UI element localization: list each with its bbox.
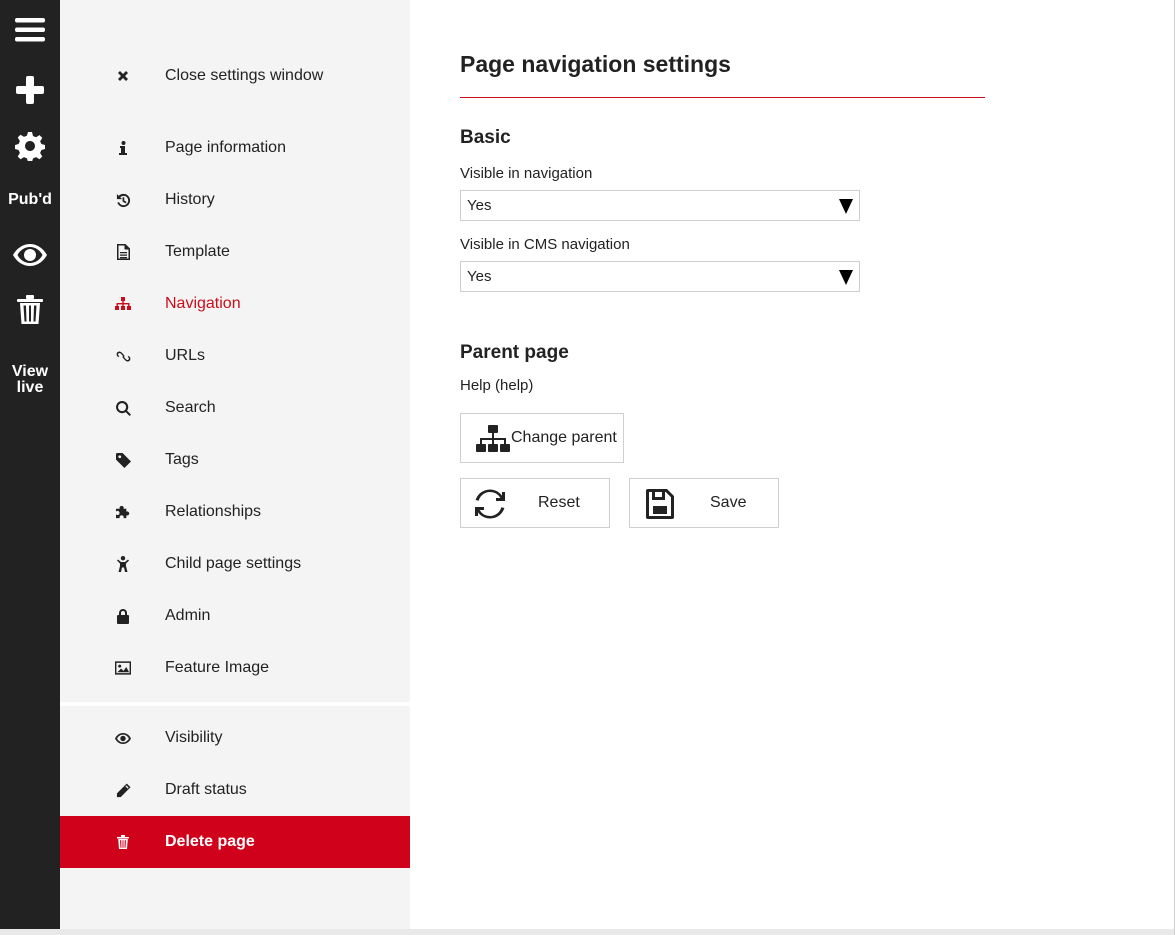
sidebar-item-navigation[interactable]: Navigation — [60, 278, 410, 330]
visible-in-navigation-label: Visible in navigation — [460, 165, 593, 182]
main-panel: Page navigation settings Basic Visible i… — [410, 0, 1175, 930]
image-icon — [115, 660, 131, 676]
document-icon — [115, 244, 131, 260]
close-icon — [115, 68, 131, 84]
puzzle-icon — [115, 504, 131, 520]
view-live-label-line1: View — [11, 363, 49, 380]
change-parent-label: Change parent — [511, 429, 617, 446]
delete-button[interactable] — [0, 292, 60, 328]
visible-in-cms-navigation-label: Visible in CMS navigation — [460, 236, 630, 253]
sidebar-item-visibility[interactable]: Visibility — [60, 712, 410, 764]
reset-button[interactable]: Reset — [460, 478, 610, 528]
window-bottom-edge — [0, 929, 1175, 935]
visible-in-navigation-select[interactable]: Yes — [460, 190, 860, 221]
sidebar-item-label: Admin — [165, 607, 211, 624]
page-title: Page navigation settings — [460, 51, 731, 77]
close-settings-label: Close settings window — [165, 67, 324, 84]
sidebar-item-label: Child page settings — [165, 555, 302, 572]
chevron-down-icon — [839, 270, 853, 285]
published-label: Pub'd — [8, 191, 52, 208]
sidebar-item-label: Draft status — [165, 781, 247, 798]
pencil-icon — [115, 782, 131, 798]
sidebar-item-label: Page information — [165, 139, 286, 156]
parent-page-value: Help (help) — [460, 377, 534, 394]
sidebar-item-urls[interactable]: URLs — [60, 330, 410, 382]
reset-label: Reset — [538, 494, 580, 511]
sidebar-item-search[interactable]: Search — [60, 382, 410, 434]
visible-in-cms-navigation-select[interactable]: Yes — [460, 261, 860, 292]
child-icon — [115, 556, 131, 572]
sidebar-item-tags[interactable]: Tags — [60, 434, 410, 486]
sidebar-item-page-information[interactable]: Page information — [60, 122, 410, 174]
settings-button[interactable] — [0, 128, 60, 164]
settings-sidebar: Close settings window Page information H… — [60, 0, 410, 930]
visible-in-navigation-value: Yes — [467, 197, 492, 214]
parent-page-heading: Parent page — [460, 342, 569, 363]
basic-heading: Basic — [460, 127, 511, 148]
sidebar-item-draft-status[interactable]: Draft status — [60, 764, 410, 816]
visible-in-cms-navigation-value: Yes — [467, 268, 492, 285]
sidebar-item-label: URLs — [165, 347, 206, 364]
sitemap-icon — [476, 425, 510, 452]
lock-icon — [115, 608, 131, 624]
link-icon — [115, 348, 131, 364]
close-settings-button[interactable]: Close settings window — [60, 50, 410, 102]
trash-icon — [115, 834, 131, 850]
toolbar-rail: Pub'd View live — [0, 0, 60, 930]
view-live-label-line2: live — [16, 379, 44, 396]
title-divider — [460, 97, 985, 98]
eye-icon — [115, 730, 131, 746]
view-live-button[interactable]: View live — [0, 362, 60, 398]
sidebar-item-history[interactable]: History — [60, 174, 410, 226]
hamburger-menu-icon — [15, 18, 45, 42]
chevron-down-icon — [839, 199, 853, 214]
sidebar-item-label: Feature Image — [165, 659, 270, 676]
sidebar-item-label: Visibility — [165, 729, 223, 746]
sidebar-item-label: Tags — [165, 451, 199, 468]
menu-button[interactable] — [0, 12, 60, 48]
sidebar-item-child-page-settings[interactable]: Child page settings — [60, 538, 410, 590]
refresh-icon — [475, 489, 505, 519]
eye-icon — [13, 244, 47, 266]
save-label: Save — [710, 494, 747, 511]
preview-button[interactable] — [0, 240, 60, 270]
info-icon — [115, 140, 131, 156]
change-parent-button[interactable]: Change parent — [460, 413, 624, 463]
plus-icon — [16, 76, 44, 104]
add-page-button[interactable] — [0, 72, 60, 108]
sidebar-item-label: Search — [165, 399, 216, 416]
history-icon — [115, 192, 131, 208]
published-status-button[interactable]: Pub'd — [0, 188, 60, 212]
sidebar-item-delete-page[interactable]: Delete page — [60, 816, 410, 868]
save-button[interactable]: Save — [629, 478, 779, 528]
sidebar-item-template[interactable]: Template — [60, 226, 410, 278]
floppy-disk-icon — [646, 489, 674, 519]
sidebar-item-relationships[interactable]: Relationships — [60, 486, 410, 538]
sidebar-item-label: Relationships — [165, 503, 262, 520]
trash-icon — [17, 295, 43, 324]
sidebar-item-label: History — [165, 191, 215, 208]
gear-icon — [15, 132, 45, 161]
sidebar-item-label: Delete page — [165, 833, 255, 850]
sidebar-divider — [60, 702, 410, 706]
sidebar-item-admin[interactable]: Admin — [60, 590, 410, 642]
tag-icon — [115, 452, 131, 468]
sidebar-item-label: Template — [165, 243, 230, 260]
sitemap-icon — [115, 296, 131, 312]
sidebar-item-feature-image[interactable]: Feature Image — [60, 642, 410, 694]
sidebar-item-label: Navigation — [165, 295, 241, 312]
search-icon — [115, 400, 131, 416]
